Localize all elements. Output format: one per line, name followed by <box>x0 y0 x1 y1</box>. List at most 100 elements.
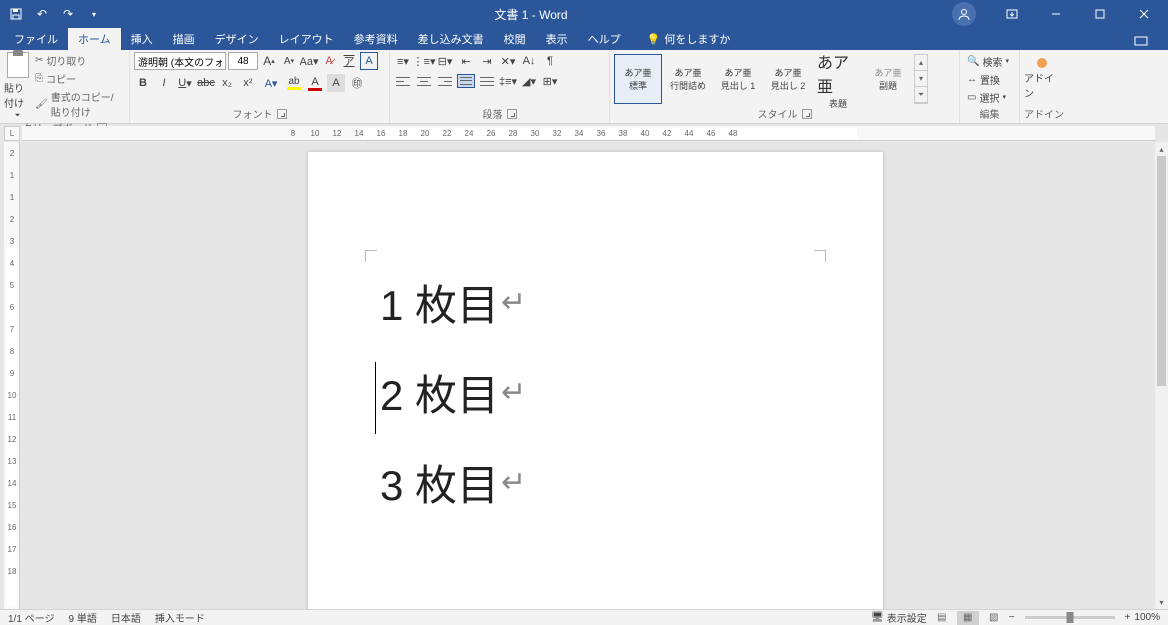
align-center-button[interactable] <box>415 74 433 88</box>
print-layout-button[interactable]: ▦ <box>957 611 979 625</box>
enclose-character-button[interactable]: ㊞ <box>348 74 366 92</box>
font-color-button[interactable]: A <box>306 76 324 91</box>
grow-font-button[interactable]: A▴ <box>260 52 278 70</box>
vertical-scrollbar[interactable]: ▴ ▾ <box>1155 142 1168 609</box>
tab-mailings[interactable]: 差し込み文書 <box>408 28 494 50</box>
horizontal-ruler[interactable]: 8101214161820222426283032343638404244464… <box>22 126 1155 141</box>
paste-button[interactable]: 貼り付け ⏷ <box>4 52 31 120</box>
increase-indent-button[interactable]: ⇥ <box>478 52 496 70</box>
zoom-in-button[interactable]: + <box>1125 612 1131 623</box>
change-case-button[interactable]: Aa▾ <box>300 52 318 70</box>
tab-references[interactable]: 参考資料 <box>344 28 408 50</box>
subscript-button[interactable]: x₂ <box>218 74 236 92</box>
style-nospacing[interactable]: あア亜行間詰め <box>664 54 712 104</box>
numbering-button[interactable]: ⋮≡▾ <box>415 52 433 70</box>
font-name-input[interactable] <box>134 52 226 70</box>
shading-button[interactable]: ◢▾ <box>520 72 538 90</box>
zoom-out-button[interactable]: − <box>1009 612 1015 623</box>
style-heading1[interactable]: あア亜見出し 1 <box>714 54 762 104</box>
save-button[interactable] <box>4 2 28 26</box>
status-words[interactable]: 9 単語 <box>68 610 96 625</box>
align-justify-button[interactable] <box>457 74 475 88</box>
style-title[interactable]: あア亜表題 <box>814 54 862 104</box>
font-size-input[interactable] <box>228 52 258 70</box>
select-button[interactable]: ▭選択▾ <box>964 89 1012 106</box>
style-subtitle[interactable]: あア亜副題 <box>864 54 912 104</box>
line-spacing-button[interactable]: ‡≡▾ <box>499 72 517 90</box>
format-painter-button[interactable]: 🖌書式のコピー/貼り付け <box>33 88 125 120</box>
user-avatar[interactable] <box>952 2 976 26</box>
styles-dialog-launcher[interactable] <box>802 109 812 119</box>
align-left-button[interactable] <box>394 74 412 88</box>
find-button[interactable]: 🔍検索▾ <box>964 53 1012 70</box>
tab-selector[interactable]: L <box>4 126 20 141</box>
addin-button[interactable]: アドイン <box>1024 58 1060 100</box>
character-border-button[interactable]: A <box>360 52 378 70</box>
redo-button[interactable]: ↷ <box>56 2 80 26</box>
ribbon-display-options[interactable] <box>992 0 1032 28</box>
asian-layout-button[interactable]: ✕▾ <box>499 52 517 70</box>
highlight-button[interactable]: ab <box>285 76 303 90</box>
copy-button[interactable]: ⎘コピー <box>33 70 125 87</box>
shrink-font-button[interactable]: A▾ <box>280 52 298 70</box>
close-button[interactable] <box>1124 0 1164 28</box>
align-right-button[interactable] <box>436 74 454 88</box>
document-line[interactable]: 1 枚目↵ <box>380 272 526 333</box>
status-page[interactable]: 1/1 ページ <box>8 610 54 625</box>
minimize-button[interactable] <box>1036 0 1076 28</box>
undo-button[interactable]: ↶ <box>30 2 54 26</box>
multilevel-list-button[interactable]: ⊟▾ <box>436 52 454 70</box>
sort-button[interactable]: A↓ <box>520 52 538 70</box>
document-area[interactable]: 1 枚目↵ 2 枚目↵ 3 枚目↵ <box>22 142 1155 609</box>
style-normal[interactable]: あア亜標準 <box>614 54 662 104</box>
superscript-button[interactable]: x² <box>239 74 257 92</box>
status-mode[interactable]: 挿入モード <box>155 610 205 625</box>
page[interactable]: 1 枚目↵ 2 枚目↵ 3 枚目↵ <box>308 152 883 609</box>
zoom-level[interactable]: 100% <box>1134 612 1160 623</box>
tab-help[interactable]: ヘルプ <box>578 28 631 50</box>
display-settings-button[interactable]: 🖥表示設定 <box>871 610 927 625</box>
style-heading2[interactable]: あア亜見出し 2 <box>764 54 812 104</box>
bullets-button[interactable]: ≡▾ <box>394 52 412 70</box>
cut-button[interactable]: ✂切り取り <box>33 52 125 69</box>
status-language[interactable]: 日本語 <box>111 610 141 625</box>
status-bar: 1/1 ページ 9 単語 日本語 挿入モード 🖥表示設定 ▤ ▦ ▧ − + 1… <box>0 609 1168 625</box>
show-marks-button[interactable]: ¶ <box>541 52 559 70</box>
qat-customize[interactable]: ▾ <box>82 2 106 26</box>
document-line[interactable]: 3 枚目↵ <box>380 452 526 513</box>
strikethrough-button[interactable]: abc <box>197 74 215 92</box>
replace-button[interactable]: ↔置換 <box>964 71 1012 88</box>
scroll-thumb[interactable] <box>1157 156 1166 386</box>
underline-button[interactable]: U▾ <box>176 74 194 92</box>
phonetic-guide-button[interactable]: ア <box>340 52 358 70</box>
italic-button[interactable]: I <box>155 74 173 92</box>
document-line[interactable]: 2 枚目↵ <box>380 362 526 423</box>
tell-me-search[interactable]: 💡 何をしますか <box>639 28 739 50</box>
vertical-ruler[interactable]: 54321123456789101112131415161718 <box>4 142 20 609</box>
read-mode-button[interactable]: ▤ <box>931 611 953 625</box>
clear-formatting-button[interactable]: A̷ <box>320 52 338 70</box>
tab-review[interactable]: 校閲 <box>494 28 536 50</box>
share-button[interactable] <box>1126 32 1156 50</box>
tab-home[interactable]: ホーム <box>68 28 121 50</box>
tab-draw[interactable]: 描画 <box>163 28 205 50</box>
tab-insert[interactable]: 挿入 <box>121 28 163 50</box>
styles-scroll[interactable]: ▴▾⏷ <box>914 54 928 104</box>
text-effects-button[interactable]: A▾ <box>260 74 282 92</box>
bold-button[interactable]: B <box>134 74 152 92</box>
paragraph-dialog-launcher[interactable] <box>507 109 517 119</box>
tab-view[interactable]: 表示 <box>536 28 578 50</box>
tab-file[interactable]: ファイル <box>4 28 68 50</box>
character-shading-button[interactable]: A <box>327 74 345 92</box>
borders-button[interactable]: ⊞▾ <box>541 72 559 90</box>
tab-design[interactable]: デザイン <box>205 28 269 50</box>
decrease-indent-button[interactable]: ⇤ <box>457 52 475 70</box>
web-layout-button[interactable]: ▧ <box>983 611 1005 625</box>
font-dialog-launcher[interactable] <box>277 109 287 119</box>
scroll-up-button[interactable]: ▴ <box>1155 142 1168 156</box>
tab-layout[interactable]: レイアウト <box>269 28 344 50</box>
align-distributed-button[interactable] <box>478 74 496 88</box>
scroll-down-button[interactable]: ▾ <box>1155 595 1168 609</box>
zoom-slider[interactable] <box>1025 616 1115 619</box>
maximize-button[interactable] <box>1080 0 1120 28</box>
